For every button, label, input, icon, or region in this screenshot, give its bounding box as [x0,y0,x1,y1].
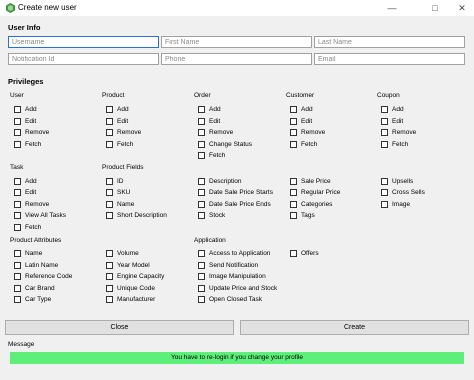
user-group-label: User [10,92,24,99]
application-group-label: Application [194,237,226,244]
customer-group-label: Customer [286,92,315,99]
customer-fetch-checkbox[interactable]: Fetch [290,139,317,149]
user-info-heading: User Info [8,23,41,32]
product-attributes-group-label: Product Attributes [10,237,62,244]
close-button[interactable]: Close [5,320,234,335]
user-remove-checkbox[interactable]: Remove [14,127,49,137]
field-cross-sells-checkbox[interactable]: Cross Sells [381,187,425,197]
phone-input[interactable] [161,53,312,65]
task-group-label: Task [10,164,24,171]
product-fetch-checkbox[interactable]: Fetch [106,139,133,149]
order-change-status-checkbox[interactable]: Change Status [198,139,252,149]
coupon-add-checkbox[interactable]: Add [381,104,404,114]
notification-id-input[interactable] [8,53,159,65]
field-image-checkbox[interactable]: Image [381,199,410,209]
privileges-heading: Privileges [8,77,44,86]
attr-car-brand-checkbox[interactable]: Car Brand [14,283,55,293]
coupon-remove-checkbox[interactable]: Remove [381,127,416,137]
task-add-checkbox[interactable]: Add [14,176,37,186]
coupon-group-label: Coupon [377,92,400,99]
field-sale-price-checkbox[interactable]: Sale Price [290,176,331,186]
username-input[interactable] [8,36,159,48]
product-group-label: Product [102,92,125,99]
task-view-all-checkbox[interactable]: View All Tasks [14,210,66,220]
user-fetch-checkbox[interactable]: Fetch [14,139,41,149]
message-heading: Message [8,341,35,348]
attr-unique-code-checkbox[interactable]: Unique Code [106,283,155,293]
email-input[interactable] [314,53,465,65]
task-fetch-checkbox[interactable]: Fetch [14,222,41,232]
attr-car-type-checkbox[interactable]: Car Type [14,294,51,304]
last-name-input[interactable] [314,36,465,48]
order-edit-checkbox[interactable]: Edit [198,116,220,126]
order-remove-checkbox[interactable]: Remove [198,127,233,137]
attr-manufacturer-checkbox[interactable]: Manufacturer [106,294,155,304]
app-icon [6,3,15,13]
field-categories-checkbox[interactable]: Categories [290,199,332,209]
task-edit-checkbox[interactable]: Edit [14,187,36,197]
field-tags-checkbox[interactable]: Tags [290,210,315,220]
field-sku-checkbox[interactable]: SKU [106,187,130,197]
coupon-edit-checkbox[interactable]: Edit [381,116,403,126]
attr-reference-code-checkbox[interactable]: Reference Code [14,271,72,281]
field-id-checkbox[interactable]: ID [106,176,124,186]
field-date-sale-starts-checkbox[interactable]: Date Sale Price Starts [198,187,273,197]
user-edit-checkbox[interactable]: Edit [14,116,36,126]
field-name-checkbox[interactable]: Name [106,199,134,209]
customer-remove-checkbox[interactable]: Remove [290,127,325,137]
product-edit-checkbox[interactable]: Edit [106,116,128,126]
product-add-checkbox[interactable]: Add [106,104,129,114]
create-button[interactable]: Create [240,320,469,335]
message-bar: You have to re-login if you change your … [10,352,464,364]
close-icon[interactable]: ✕ [450,0,474,16]
app-access-checkbox[interactable]: Access to Application [198,248,270,258]
order-fetch-checkbox[interactable]: Fetch [198,150,225,160]
field-description-checkbox[interactable]: Description [198,176,242,186]
attr-latin-name-checkbox[interactable]: Latin Name [14,260,58,270]
field-regular-price-checkbox[interactable]: Regular Price [290,187,340,197]
field-stock-checkbox[interactable]: Stock [198,210,225,220]
attr-engine-capacity-checkbox[interactable]: Engine Capacity [106,271,164,281]
attr-volume-checkbox[interactable]: Volume [106,248,139,258]
coupon-fetch-checkbox[interactable]: Fetch [381,139,408,149]
task-remove-checkbox[interactable]: Remove [14,199,49,209]
field-upsells-checkbox[interactable]: Upsells [381,176,413,186]
product-fields-group-label: Product Fields [102,164,144,171]
app-image-manipulation-checkbox[interactable]: Image Manipulation [198,271,266,281]
field-short-description-checkbox[interactable]: Short Description [106,210,167,220]
order-group-label: Order [194,92,211,99]
product-remove-checkbox[interactable]: Remove [106,127,141,137]
order-add-checkbox[interactable]: Add [198,104,221,114]
app-send-notification-checkbox[interactable]: Send Notification [198,260,258,270]
first-name-input[interactable] [161,36,312,48]
app-open-closed-task-checkbox[interactable]: Open Closed Task [198,294,262,304]
window-title: Create new user [18,3,77,12]
customer-add-checkbox[interactable]: Add [290,104,313,114]
attr-year-model-checkbox[interactable]: Year Model [106,260,150,270]
maximize-icon[interactable]: □ [423,0,447,16]
app-offers-checkbox[interactable]: Offers [290,248,319,258]
minimize-icon[interactable]: — [380,0,404,16]
attr-name-checkbox[interactable]: Name [14,248,42,258]
user-add-checkbox[interactable]: Add [14,104,37,114]
field-date-sale-ends-checkbox[interactable]: Date Sale Price Ends [198,199,271,209]
customer-edit-checkbox[interactable]: Edit [290,116,312,126]
app-update-price-stock-checkbox[interactable]: Update Price and Stock [198,283,277,293]
